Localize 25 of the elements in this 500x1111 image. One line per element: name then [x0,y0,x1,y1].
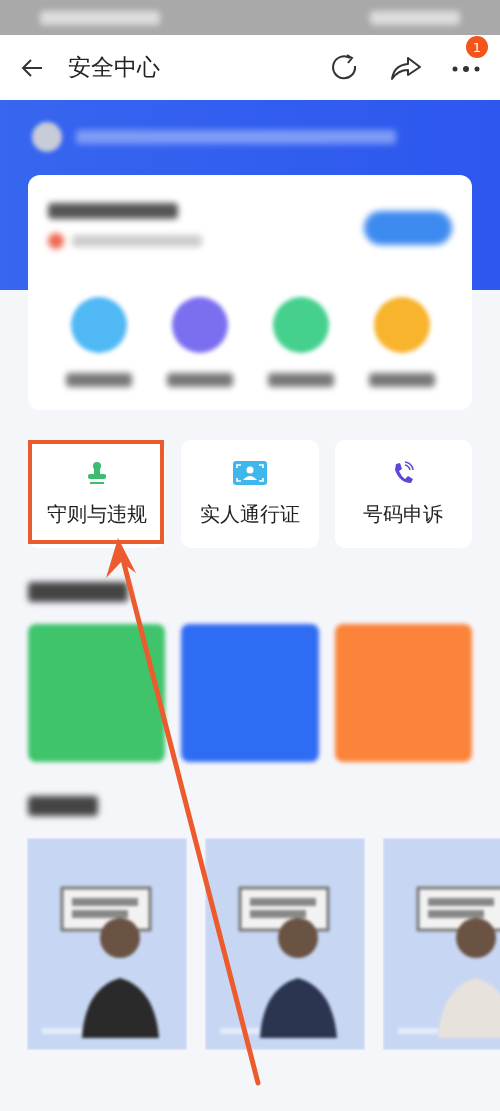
tool-icon[interactable] [171,297,228,353]
shortcut-tile[interactable]: 守则与违规 [28,440,166,548]
more-icon[interactable] [452,65,480,73]
tool-icon[interactable] [373,297,430,353]
phone-icon [392,460,415,485]
avatar [32,122,62,152]
topic-card[interactable] [181,624,319,762]
face-scan-icon [233,460,267,485]
page-title: 安全中心 [68,53,161,82]
stamp-icon [85,460,108,485]
blurred-text [166,373,233,387]
shortcut-tile[interactable]: 号码申诉 [334,440,472,548]
check-button[interactable] [364,211,452,245]
blurred-text [368,373,435,387]
blurred-text [267,373,334,387]
blurred-text [28,796,98,816]
notification-badge: 1 [466,36,488,58]
tool-icon[interactable] [272,297,329,353]
blurred-text [65,373,132,387]
alert-dot [48,233,64,249]
shortcut-tile[interactable]: 实人通行证 [181,440,319,548]
share-icon[interactable] [390,54,422,81]
tool-icon[interactable] [70,297,127,353]
topic-card[interactable] [28,624,166,762]
back-icon[interactable] [20,57,44,78]
